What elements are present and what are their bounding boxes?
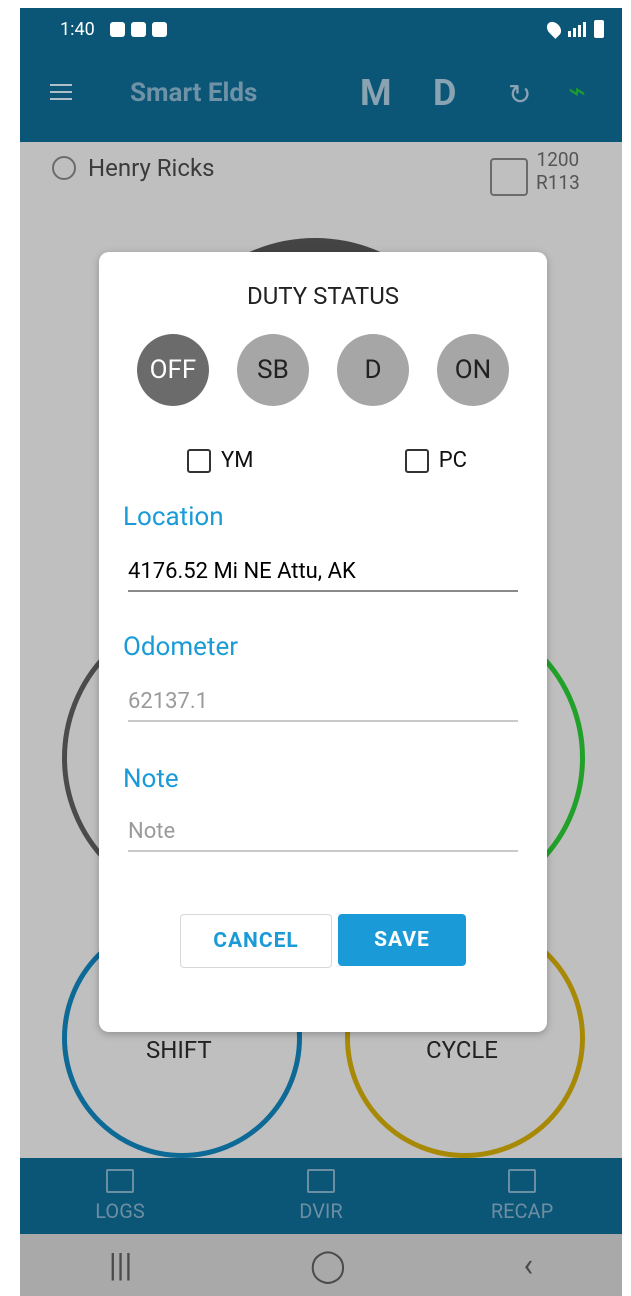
battery-icon — [594, 20, 604, 38]
app-icon — [131, 22, 146, 37]
connection-icon[interactable]: ⌁ — [568, 74, 586, 109]
status-bar: 1:40 — [20, 8, 622, 50]
status-off-button[interactable]: OFF — [137, 334, 209, 406]
image-icon — [110, 22, 125, 37]
status-d-button[interactable]: D — [337, 334, 409, 406]
unit-number: 1200 — [536, 148, 580, 171]
mode-d-button[interactable]: D — [433, 72, 456, 114]
ym-label: YM — [221, 448, 254, 473]
recent-apps-icon[interactable]: ||| — [109, 1246, 132, 1284]
pc-label: PC — [438, 448, 467, 473]
refresh-icon[interactable]: ↻ — [508, 78, 531, 111]
status-system-icons — [544, 19, 604, 39]
system-navigation-bar: ||| ◯ ‹ — [20, 1234, 622, 1296]
vehicle-info: 1200 R113 — [536, 148, 580, 194]
status-sb-button[interactable]: SB — [237, 334, 309, 406]
ym-checkbox[interactable]: YM — [187, 448, 253, 473]
note-field[interactable]: Note — [128, 819, 518, 852]
odometer-field[interactable]: 62137.1 — [128, 689, 518, 722]
driver-info: Henry Ricks — [52, 154, 215, 182]
special-status-checkboxes: YM PC — [187, 448, 467, 473]
calendar-icon — [508, 1169, 536, 1193]
nav-dvir[interactable]: DVIR — [221, 1158, 421, 1234]
odometer-label: Odometer — [123, 632, 239, 662]
shift-label: SHIFT — [146, 1036, 212, 1064]
pc-checkbox[interactable]: PC — [404, 448, 467, 473]
home-icon[interactable]: ◯ — [310, 1246, 346, 1284]
app-icon — [152, 22, 167, 37]
status-time: 1:40 — [60, 19, 95, 40]
duty-status-dialog: DUTY STATUS OFF SB D ON YM PC Location 4… — [99, 252, 547, 1032]
status-notification-icons — [110, 22, 167, 37]
bottom-navigation: LOGS DVIR RECAP — [20, 1158, 622, 1234]
app-bar: Smart Elds M D ↻ ⌁ — [20, 50, 622, 142]
nav-recap-label: RECAP — [490, 1199, 554, 1223]
nav-logs[interactable]: LOGS — [20, 1158, 220, 1234]
checkbox-box[interactable] — [187, 448, 211, 473]
save-button[interactable]: SAVE — [338, 914, 466, 966]
back-icon[interactable]: ‹ — [524, 1246, 534, 1284]
dialog-title: DUTY STATUS — [246, 282, 400, 310]
nav-dvir-label: DVIR — [299, 1199, 343, 1223]
app-title: Smart Elds — [130, 78, 258, 108]
chart-icon — [106, 1169, 134, 1193]
inspection-icon — [307, 1169, 335, 1193]
truck-icon — [490, 158, 528, 196]
duty-status-options: OFF SB D ON — [137, 334, 509, 406]
nav-logs-label: LOGS — [95, 1199, 145, 1223]
signal-icon — [568, 21, 586, 37]
nav-recap[interactable]: RECAP — [422, 1158, 622, 1234]
mode-m-button[interactable]: M — [360, 72, 392, 114]
phone-screen: 1:40 Smart Elds M D ↻ ⌁ Henry Ricks 1200… — [20, 8, 622, 1296]
location-field[interactable]: 4176.52 Mi NE Attu, AK — [128, 559, 518, 592]
driver-name: Henry Ricks — [88, 154, 215, 182]
cycle-label: CYCLE — [426, 1036, 498, 1064]
cancel-button[interactable]: CANCEL — [180, 914, 332, 968]
location-icon — [544, 19, 564, 39]
note-label: Note — [123, 764, 179, 794]
location-label: Location — [123, 502, 224, 532]
person-icon — [52, 156, 76, 180]
trailer-number: R113 — [536, 171, 580, 194]
status-on-button[interactable]: ON — [437, 334, 509, 406]
checkbox-box[interactable] — [404, 448, 429, 473]
hamburger-menu-icon[interactable] — [50, 84, 72, 100]
